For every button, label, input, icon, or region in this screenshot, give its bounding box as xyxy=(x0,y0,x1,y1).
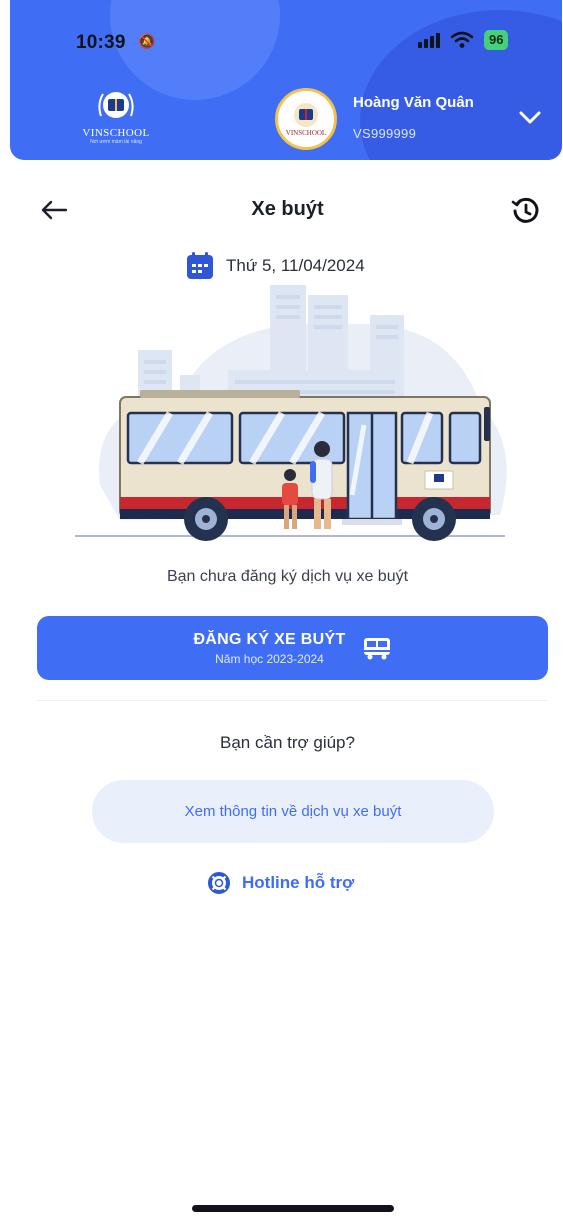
status-time: 10:39 xyxy=(76,32,126,53)
selected-date: Thứ 5, 11/04/2024 xyxy=(226,256,365,275)
hotline-label: Hotline hỗ trợ xyxy=(242,873,355,892)
register-bus-text: ĐĂNG KÝ XE BUÝT Năm học 2023-2024 xyxy=(193,631,345,666)
battery-indicator: 96 xyxy=(484,30,509,50)
register-bus-button[interactable]: ĐĂNG KÝ XE BUÝT Năm học 2023-2024 xyxy=(37,616,548,680)
signal-icon xyxy=(418,32,440,48)
school-crest-icon xyxy=(98,92,134,118)
user-code: VS999999 xyxy=(353,126,417,141)
avatar-label: VINSCHOOL xyxy=(285,129,327,137)
history-icon[interactable] xyxy=(510,195,542,227)
avatar[interactable]: VINSCHOOL xyxy=(275,88,337,150)
empty-state-message: Bạn chưa đăng ký dịch vụ xe buýt xyxy=(166,568,409,585)
header-decoration xyxy=(110,0,280,100)
mute-icon: 🔕 xyxy=(138,33,156,49)
divider xyxy=(37,700,548,701)
bus-info-label: Xem thông tin về dịch vụ xe buýt xyxy=(184,803,402,820)
hotline-link[interactable]: Hotline hỗ trợ xyxy=(208,872,354,894)
school-name: VINSCHOOL xyxy=(82,127,150,139)
chevron-down-icon[interactable] xyxy=(515,105,545,129)
home-indicator xyxy=(192,1205,394,1212)
user-name: Hoàng Văn Quân xyxy=(353,94,474,111)
school-logo: VINSCHOOL Nơi ươm mầm tài năng xyxy=(66,86,166,150)
school-crest-icon xyxy=(294,103,318,127)
help-title: Bạn cần trợ giúp? xyxy=(220,733,355,752)
bus-illustration xyxy=(75,285,507,541)
app-header: 10:39 🔕 96 VINSCHOOL Nơi ươm mầm tài năn… xyxy=(10,0,562,160)
bus-info-button[interactable]: Xem thông tin về dịch vụ xe buýt xyxy=(92,780,494,843)
school-tagline: Nơi ươm mầm tài năng xyxy=(90,139,142,145)
page-title: Xe buýt xyxy=(251,198,324,220)
status-indicators: 96 xyxy=(418,30,509,50)
register-bus-subtitle: Năm học 2023-2024 xyxy=(215,651,324,666)
wifi-icon xyxy=(450,31,474,48)
lifebuoy-icon xyxy=(208,872,230,894)
bus-icon xyxy=(363,638,390,660)
register-bus-title: ĐĂNG KÝ XE BUÝT xyxy=(193,630,346,648)
